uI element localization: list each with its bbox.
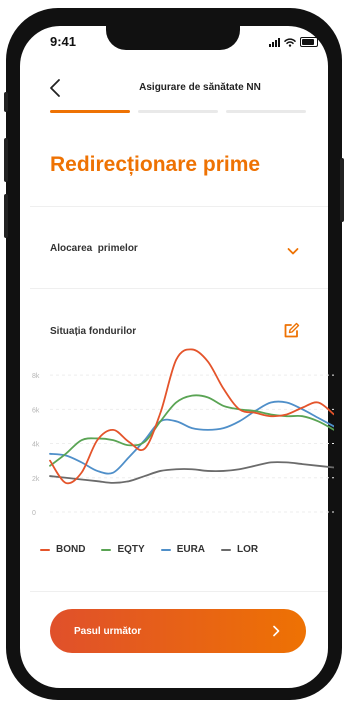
step-progress [50, 110, 306, 113]
next-step-label: Pasul următor [74, 625, 142, 637]
cellular-signal-icon [269, 37, 280, 47]
back-button[interactable] [44, 76, 68, 100]
divider [30, 288, 328, 289]
legend-swatch-eura [160, 548, 171, 551]
chevron-right-icon [273, 625, 280, 637]
chevron-down-icon [287, 248, 299, 255]
wifi-icon [284, 38, 296, 47]
legend-item-bond: BOND [40, 544, 85, 555]
y-tick-label: 6k [32, 407, 40, 414]
next-step-button[interactable]: Pasul următor [50, 609, 306, 653]
status-time: 9:41 [50, 34, 77, 49]
notch [106, 18, 240, 50]
y-tick-label: 8k [32, 373, 40, 380]
y-tick-label: 0 [32, 510, 36, 517]
allocation-label: Alocarea primelor [50, 243, 138, 254]
series-line-lor [49, 461, 334, 484]
legend-label-bond: BOND [56, 544, 86, 555]
legend-item-eura: EURA [160, 544, 206, 555]
legend-label-eqty: EQTY [117, 544, 145, 555]
header-title: Asigurare de sănătate NN [139, 82, 261, 93]
legend-label-lor: LOR [237, 544, 259, 555]
step-2-indicator [138, 110, 218, 113]
power-button [340, 158, 344, 222]
legend-item-lor: LOR [221, 544, 258, 555]
battery-icon [300, 37, 318, 47]
funds-label: Situația fondurilor [50, 326, 137, 337]
legend-swatch-eqty [101, 548, 112, 551]
edit-icon [284, 322, 300, 338]
step-1-indicator [50, 110, 130, 113]
mute-switch [4, 92, 8, 112]
legend-item-eqty: EQTY [101, 544, 145, 555]
y-tick-label: 4k [32, 442, 40, 449]
legend-label-eura: EURA [176, 544, 206, 555]
edit-funds-button[interactable] [282, 322, 300, 340]
chart-legend: BOND EQTY EURA LOR [40, 544, 258, 555]
divider [30, 591, 328, 592]
y-tick-label: 2k [32, 476, 40, 483]
status-icons [269, 37, 318, 47]
legend-swatch-lor [221, 548, 232, 551]
series-line-eqty [49, 394, 334, 467]
volume-down-button [4, 194, 8, 238]
funds-line-chart: 8k 6k 4k 2k 0 [32, 348, 334, 517]
legend-swatch-bond [40, 548, 50, 551]
volume-up-button [4, 138, 8, 182]
chevron-left-icon [50, 79, 60, 97]
page-title: Redirecționare prime [50, 153, 261, 176]
allocation-accordion[interactable]: Alocarea primelor [30, 207, 328, 287]
step-3-indicator [226, 110, 306, 113]
